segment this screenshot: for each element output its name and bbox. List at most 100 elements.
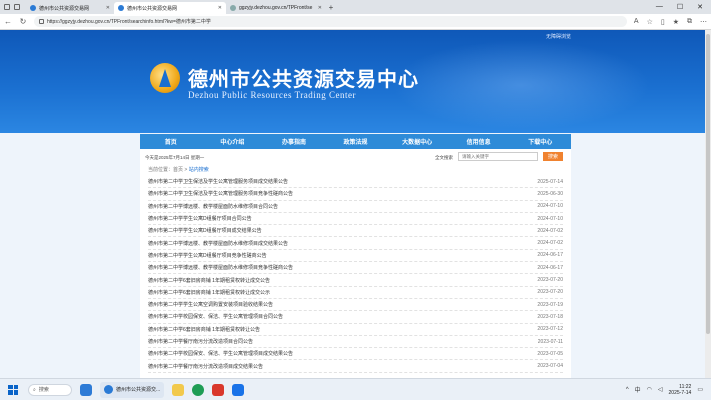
result-date: 2025-07-14 [537, 178, 563, 185]
list-item[interactable]: 德州市第二中学校园保安、保洁、学生公寓管理项目合同公告 2023-07-18 [148, 311, 563, 324]
accessibility-link[interactable]: 无障碍浏览 [546, 33, 571, 40]
list-item[interactable]: 德州市第二中学学生公寓D组餐厅项目成交结果公告 2024-07-02 [148, 225, 563, 238]
clock[interactable]: 11:22 2025-7-14 [669, 384, 692, 396]
result-title[interactable]: 德州市第二中学学生公寓D组餐厅项目成交结果公告 [148, 227, 527, 234]
result-title[interactable]: 德州市第二中学校园保安、保洁、学生公寓管理项目成交结果公告 [148, 350, 527, 357]
wps-icon[interactable] [212, 383, 225, 396]
tab-actions [0, 4, 26, 10]
back-icon[interactable]: ← [4, 17, 12, 26]
breadcrumb-home[interactable]: 首页 [173, 167, 183, 173]
scrollbar-thumb[interactable] [706, 34, 710, 334]
list-item[interactable]: 德州市第二中学卫生保洁及学生公寓管理服务项目成交结果公告 2025-07-14 [148, 176, 563, 189]
result-date: 2023-07-12 [537, 326, 563, 333]
list-item[interactable]: 德州市第二中学餐厅南污分流改造项目成交结果公告 2023-07-04 [148, 360, 563, 373]
tab-3[interactable]: ggzyjy.dezhou.gov.cn/TPFront/se ✕ [226, 2, 326, 14]
list-item[interactable]: 德州市第二中学6套旧房商铺 1年期租赁权转让公告 2023-07-12 [148, 324, 563, 336]
nav-credit[interactable]: 信用信息 [448, 134, 510, 149]
tab-close-icon[interactable]: ✕ [103, 5, 110, 11]
page-scrollbar[interactable] [705, 30, 711, 378]
list-item[interactable]: 德州市第二中学卫生保洁及学生公寓管理服务项目竞争性磋商公告 2025-06-30 [148, 188, 563, 201]
chevron-up-icon[interactable]: ^ [626, 387, 629, 393]
nav-about[interactable]: 中心介绍 [202, 134, 264, 149]
search-button[interactable]: 搜索 [543, 152, 563, 161]
result-title[interactable]: 德州市第二中学6套旧房商铺 1年期租赁权转让成交公示 [148, 289, 527, 296]
windows-start-icon[interactable] [8, 384, 18, 395]
url-text: https://ggzyjy.dezhou.gov.cn/TPFront/sea… [47, 19, 211, 25]
nav-policy[interactable]: 政策法规 [325, 134, 387, 149]
extensions-icon[interactable]: ⧉ [687, 18, 692, 26]
favorite-star-icon[interactable]: ☆ [647, 18, 653, 26]
result-title[interactable]: 德州市第二中学学生公寓D组餐厅项目竞争性磋商公告 [148, 252, 527, 259]
tab-close-icon[interactable]: ✕ [215, 5, 222, 11]
list-item[interactable]: 德州市第二中学博远楼、教学楼屋面防水维修项目竞争性磋商公告 2024-06-17 [148, 262, 563, 275]
volume-icon[interactable]: ◁ [658, 386, 663, 393]
result-title[interactable]: 德州市第二中学6套旧房商铺 1年期租赁权转让公告 [148, 326, 527, 333]
file-explorer-icon[interactable] [172, 383, 185, 396]
nav-guide[interactable]: 办事指南 [263, 134, 325, 149]
result-title[interactable]: 德州市第二中学博远楼、教学楼屋面防水维修项目成交结果公告 [148, 240, 527, 247]
nav-home[interactable]: 首页 [140, 134, 202, 149]
notification-icon[interactable]: ▭ [697, 386, 703, 393]
wifi-icon[interactable]: ◠ [647, 386, 652, 393]
tab-1[interactable]: 德州市公共资源交易网 ✕ [26, 2, 114, 14]
tab-3-label: ggzyjy.dezhou.gov.cn/TPFront/se [239, 5, 313, 11]
taskbar-search[interactable]: ⌕ 搜索 [28, 383, 72, 396]
nav-bigdata[interactable]: 大数据中心 [386, 134, 448, 149]
result-title[interactable]: 德州市第二中学卫生保洁及学生公寓管理服务项目成交结果公告 [148, 178, 527, 185]
taskbar-app-label: 德州市公共资源交... [116, 387, 161, 393]
favorites-list-icon[interactable]: ★ [673, 18, 679, 26]
list-item[interactable]: 德州市第二中学学生公寓D组餐厅项目合同公告 2024-07-10 [148, 213, 563, 226]
result-title[interactable]: 德州市第二中学博远楼、教学楼屋面防水维修项目竞争性磋商公告 [148, 264, 527, 271]
result-title[interactable]: 德州市第二中学餐厅南污分流改造项目合同公告 [148, 338, 527, 345]
refresh-icon[interactable]: ↻ [19, 17, 27, 26]
tab-1-label: 德州市公共资源交易网 [39, 5, 90, 12]
list-item[interactable]: 德州市第二中学校园保安、保洁、学生公寓管理项目成交结果公告 2023-07-05 [148, 348, 563, 361]
search-input[interactable] [458, 152, 538, 161]
list-item[interactable]: 德州市第二中学学生公寓D组餐厅项目竞争性磋商公告 2024-06-17 [148, 250, 563, 263]
result-title[interactable]: 德州市第二中学学生公寓D组餐厅项目合同公告 [148, 215, 527, 222]
result-date: 2024-06-17 [537, 252, 563, 259]
toolbar-icons: A ☆ ▯ ★ ⧉ ⋯ [634, 18, 707, 26]
search-icon: ⌕ [33, 386, 36, 393]
list-item[interactable]: 德州市第二中学6套旧房商铺 1年期租赁权转让成交公告 2023-07-20 [148, 274, 563, 287]
result-title[interactable]: 德州市第二中学6套旧房商铺 1年期租赁权转让成交公告 [148, 277, 527, 284]
tab-list-icon[interactable] [14, 4, 20, 10]
edge-browser-icon[interactable] [80, 383, 92, 396]
banner-map-graphic [391, 40, 651, 130]
close-window-icon[interactable]: ✕ [697, 3, 703, 11]
page-viewport: 无障碍浏览 德州市公共资源交易中心 Dezhou Public Resource… [0, 30, 711, 378]
main-content: 今天是2025年7月14日 星期一 全文搜索 搜索 当前位置：首页 > 站内搜索… [140, 149, 571, 378]
taskbar-active-app[interactable]: 德州市公共资源交... [100, 381, 165, 398]
workspaces-icon[interactable] [4, 4, 10, 10]
minimize-icon[interactable]: — [656, 3, 663, 11]
split-screen-icon[interactable]: ▯ [661, 18, 665, 26]
input-language[interactable]: 中 [635, 385, 641, 394]
site-banner: 无障碍浏览 德州市公共资源交易中心 Dezhou Public Resource… [0, 30, 711, 133]
list-item[interactable]: 德州市第二中学博远楼、教学楼屋面防水维修项目合同公告 2024-07-10 [148, 201, 563, 213]
list-item[interactable]: 德州市第二中学餐厅南污分流改造项目合同公告 2023-07-11 [148, 336, 563, 349]
maximize-icon[interactable]: ☐ [677, 3, 683, 11]
clock-date: 2025-7-14 [668, 389, 692, 396]
more-menu-icon[interactable]: ⋯ [700, 18, 707, 26]
result-title[interactable]: 德州市第二中学卫生保洁及学生公寓管理服务项目竞争性磋商公告 [148, 190, 527, 197]
chrome-icon[interactable] [192, 383, 205, 396]
read-aloud-icon[interactable]: A [634, 18, 639, 26]
result-title[interactable]: 德州市第二中学博远楼、教学楼屋面防水维修项目合同公告 [148, 203, 527, 210]
tab-2[interactable]: 德州市公共资源交易网 ✕ [114, 2, 226, 14]
new-tab-button[interactable]: + [326, 3, 336, 12]
url-field[interactable]: https://ggzyjy.dezhou.gov.cn/TPFront/sea… [34, 16, 627, 27]
tab-close-icon[interactable]: ✕ [315, 5, 322, 11]
list-item[interactable]: 德州市第二中学学生公寓空调购置安装项目验收结果公告 2023-07-19 [148, 299, 563, 312]
list-item[interactable]: 德州市第二中学博远楼、教学楼屋面防水维修项目成交结果公告 2024-07-02 [148, 237, 563, 250]
result-title[interactable]: 德州市第二中学校园保安、保洁、学生公寓管理项目合同公告 [148, 313, 527, 320]
app-icon[interactable] [232, 383, 245, 396]
result-date: 2024-06-17 [537, 264, 563, 271]
nav-download[interactable]: 下载中心 [509, 134, 571, 149]
date-text: 今天是2025年7月14日 星期一 [145, 155, 205, 160]
result-title[interactable]: 德州市第二中学餐厅南污分流改造项目成交结果公告 [148, 363, 527, 370]
main-nav: 首页 中心介绍 办事指南 政策法规 大数据中心 信用信息 下载中心 [140, 134, 571, 149]
list-item[interactable]: 德州市第二中学6套旧房商铺 1年期租赁权转让成交公示 2023-07-20 [148, 287, 563, 299]
result-title[interactable]: 德州市第二中学学生公寓空调购置安装项目验收结果公告 [148, 301, 527, 308]
page-favicon-icon [230, 5, 236, 11]
tab-2-label: 德州市公共资源交易网 [127, 5, 178, 12]
